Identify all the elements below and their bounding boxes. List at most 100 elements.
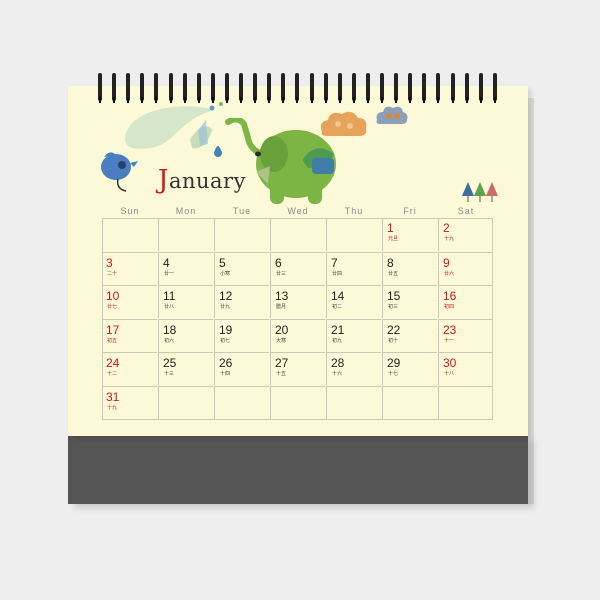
- day-number: 20: [275, 322, 289, 337]
- date-cell[interactable]: 17 初五: [102, 318, 157, 352]
- date-cell[interactable]: 3 二十: [102, 251, 157, 285]
- day-number: 29: [387, 356, 401, 371]
- date-cell[interactable]: 14 初二: [326, 285, 381, 319]
- date-cell: [214, 218, 269, 251]
- lunar-date: 十四: [220, 371, 231, 378]
- day-number: 4: [163, 255, 170, 270]
- day-number: 30: [443, 356, 457, 371]
- spiral-ring: [337, 73, 342, 103]
- date-cell[interactable]: 31 十九: [102, 386, 157, 419]
- day-number: 6: [275, 255, 282, 270]
- day-number: 27: [275, 356, 289, 371]
- date-cell[interactable]: 4 廿一: [158, 251, 213, 285]
- lunar-date: 十三: [164, 371, 175, 378]
- spiral-ring: [239, 73, 243, 103]
- cloud-icon: [320, 111, 367, 136]
- day-number: 13: [275, 289, 289, 304]
- day-number: 22: [387, 322, 401, 337]
- date-cell: [382, 386, 437, 419]
- date-cell[interactable]: 19 初七: [214, 318, 269, 352]
- spiral-ring: [450, 73, 455, 103]
- spiral-ring: [253, 73, 258, 103]
- date-cell: [438, 386, 493, 419]
- date-cell: [158, 218, 213, 251]
- day-number: 24: [106, 356, 120, 371]
- spiral-ring: [478, 73, 483, 103]
- date-cell[interactable]: 29 十七: [382, 352, 437, 386]
- weekday-sat: Sat: [457, 206, 475, 216]
- spiral-ring: [224, 73, 229, 103]
- date-cell[interactable]: 8 廿五: [382, 251, 437, 285]
- spiral-ring: [196, 73, 201, 103]
- day-number: 25: [163, 356, 177, 371]
- date-cell[interactable]: 24 十二: [102, 352, 157, 385]
- spiral-ring: [210, 73, 215, 103]
- spiral-ring: [309, 73, 314, 103]
- day-number: 31: [106, 390, 120, 404]
- lunar-date: 十六: [332, 371, 343, 378]
- tree-icon: [462, 182, 498, 202]
- lunar-date: 十九: [107, 405, 118, 411]
- spiral-ring: [380, 73, 384, 103]
- lunar-date: 初三: [388, 304, 399, 311]
- date-cell[interactable]: 15 初三: [382, 285, 437, 319]
- lunar-date: 廿八: [164, 304, 175, 311]
- date-cell[interactable]: 7 廿四: [326, 251, 381, 285]
- date-cell: [270, 218, 325, 251]
- date-cell[interactable]: 10 廿七: [102, 285, 157, 318]
- spiral-ring: [323, 73, 328, 103]
- date-cell[interactable]: 26 十四: [214, 352, 269, 386]
- lunar-date: 廿五: [388, 270, 399, 277]
- date-cell[interactable]: 12 廿九: [214, 285, 269, 319]
- lunar-date: 初六: [164, 337, 175, 344]
- date-cell[interactable]: 21 初九: [326, 318, 381, 352]
- month-title: January: [158, 165, 246, 195]
- date-cell: [270, 386, 325, 419]
- date-cell[interactable]: 6 廿三: [270, 251, 325, 285]
- lunar-date: 初五: [107, 337, 118, 344]
- date-cell[interactable]: 25 十三: [158, 352, 213, 386]
- date-cell[interactable]: 1 元旦: [382, 218, 437, 251]
- day-number: 14: [331, 289, 345, 304]
- lunar-date: 初四: [444, 304, 455, 311]
- date-cell: [326, 218, 381, 251]
- date-cell[interactable]: 9 廿六: [438, 251, 493, 285]
- spiral-ring: [98, 73, 102, 103]
- spiral-ring: [436, 73, 441, 103]
- lunar-date: 十七: [388, 371, 399, 378]
- date-cell[interactable]: 20 大寒: [270, 318, 325, 352]
- date-cell[interactable]: 28 十六: [326, 352, 381, 386]
- lunar-date: 初十: [388, 337, 399, 344]
- lunar-date: 十一: [444, 337, 455, 344]
- lunar-date: 腊月: [276, 304, 287, 311]
- date-cell[interactable]: 5 小寒: [214, 251, 269, 285]
- spiral-ring: [267, 73, 272, 103]
- date-cell: [214, 386, 269, 419]
- spiral-ring: [422, 73, 427, 103]
- lunar-date: 小寒: [220, 270, 231, 277]
- date-cell[interactable]: 18 初六: [158, 318, 213, 352]
- lunar-date: 初九: [332, 337, 343, 344]
- spiral-ring: [492, 73, 497, 103]
- lunar-date: 廿一: [164, 270, 175, 277]
- weekday-tue: Tue: [232, 206, 252, 216]
- date-cell[interactable]: 30 十八: [438, 352, 493, 386]
- date-cell[interactable]: 13 腊月: [270, 285, 325, 319]
- date-cell[interactable]: 11 廿八: [158, 285, 213, 319]
- date-cell[interactable]: 16 初四: [438, 285, 493, 319]
- day-number: 21: [331, 322, 345, 337]
- lunar-date: 廿九: [220, 304, 231, 311]
- day-number: 26: [219, 356, 233, 371]
- date-cell[interactable]: 2 十九: [438, 218, 493, 251]
- date-cell[interactable]: 23 十一: [438, 318, 493, 352]
- lunar-date: 十二: [107, 371, 118, 378]
- day-number: 28: [331, 356, 345, 371]
- day-number: 2: [443, 221, 450, 235]
- spiral-ring: [140, 73, 145, 103]
- day-number: 10: [106, 289, 120, 304]
- spiral-ring: [126, 73, 131, 103]
- date-cell[interactable]: 27 十五: [270, 352, 325, 386]
- spiral-ring: [394, 73, 399, 103]
- date-cell[interactable]: 22 初十: [382, 318, 437, 352]
- spiral-ring: [365, 73, 370, 103]
